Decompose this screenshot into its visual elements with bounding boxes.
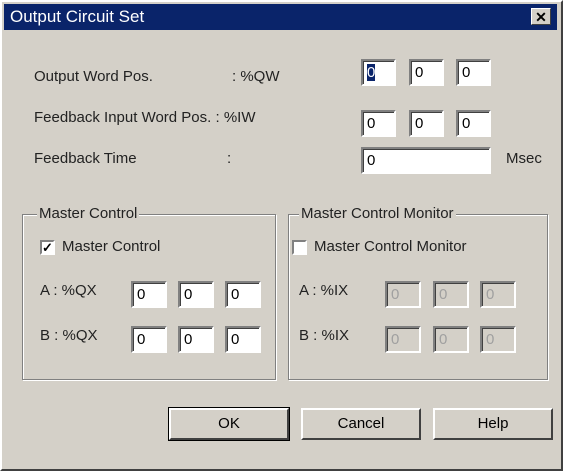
cancel-button[interactable]: Cancel [301, 408, 421, 440]
feedback-time-colon: : [227, 150, 232, 167]
close-button[interactable]: ✕ [531, 8, 551, 25]
master-control-monitor-group-label: Master Control Monitor [299, 205, 456, 222]
master-monitor-b-field-3: 0 [480, 326, 516, 353]
output-word-field-1[interactable]: 0 [361, 59, 396, 86]
master-control-a-field-2[interactable]: 0 [178, 281, 214, 308]
close-icon: ✕ [535, 9, 547, 25]
feedback-time-unit: Msec [506, 150, 542, 167]
master-control-a-field-3[interactable]: 0 [225, 281, 261, 308]
master-monitor-a-field-3: 0 [480, 281, 516, 308]
feedback-input-field-3[interactable]: 0 [456, 110, 491, 137]
feedback-time-field[interactable]: 0 [361, 147, 491, 174]
output-word-field-2[interactable]: 0 [409, 59, 444, 86]
master-monitor-b-field-1: 0 [385, 326, 421, 353]
master-monitor-a-label: A : %IX [299, 282, 349, 299]
master-control-checkbox[interactable]: ✓ [40, 240, 55, 255]
output-word-prefix: : %QW [232, 68, 280, 85]
window-title: Output Circuit Set [10, 7, 145, 26]
master-control-checkbox-label: Master Control [62, 238, 161, 255]
master-monitor-a-field-1: 0 [385, 281, 421, 308]
help-button[interactable]: Help [433, 408, 553, 440]
master-control-b-label: B : %QX [40, 327, 98, 344]
check-icon: ✓ [42, 240, 53, 255]
feedback-input-field-1[interactable]: 0 [361, 110, 396, 137]
master-control-b-field-3[interactable]: 0 [225, 326, 261, 353]
feedback-input-label: Feedback Input Word Pos. : %IW [34, 109, 256, 126]
ok-button[interactable]: OK [168, 407, 290, 441]
master-monitor-b-field-2: 0 [433, 326, 469, 353]
feedback-input-field-2[interactable]: 0 [409, 110, 444, 137]
master-control-a-field-1[interactable]: 0 [131, 281, 167, 308]
master-control-monitor-checkbox[interactable] [292, 240, 307, 255]
master-control-monitor-checkbox-label: Master Control Monitor [314, 238, 467, 255]
master-control-group-label: Master Control [37, 205, 140, 222]
master-monitor-b-label: B : %IX [299, 327, 350, 344]
output-word-field-3[interactable]: 0 [456, 59, 491, 86]
output-word-label: Output Word Pos. [34, 68, 153, 85]
master-control-b-field-2[interactable]: 0 [178, 326, 214, 353]
output-circuit-set-dialog: Output Circuit Set ✕ Output Word Pos. : … [0, 0, 563, 471]
feedback-time-label: Feedback Time [34, 150, 137, 167]
master-control-a-label: A : %QX [40, 282, 97, 299]
master-control-b-field-1[interactable]: 0 [131, 326, 167, 353]
master-monitor-a-field-2: 0 [433, 281, 469, 308]
title-bar[interactable]: Output Circuit Set ✕ [4, 4, 557, 30]
